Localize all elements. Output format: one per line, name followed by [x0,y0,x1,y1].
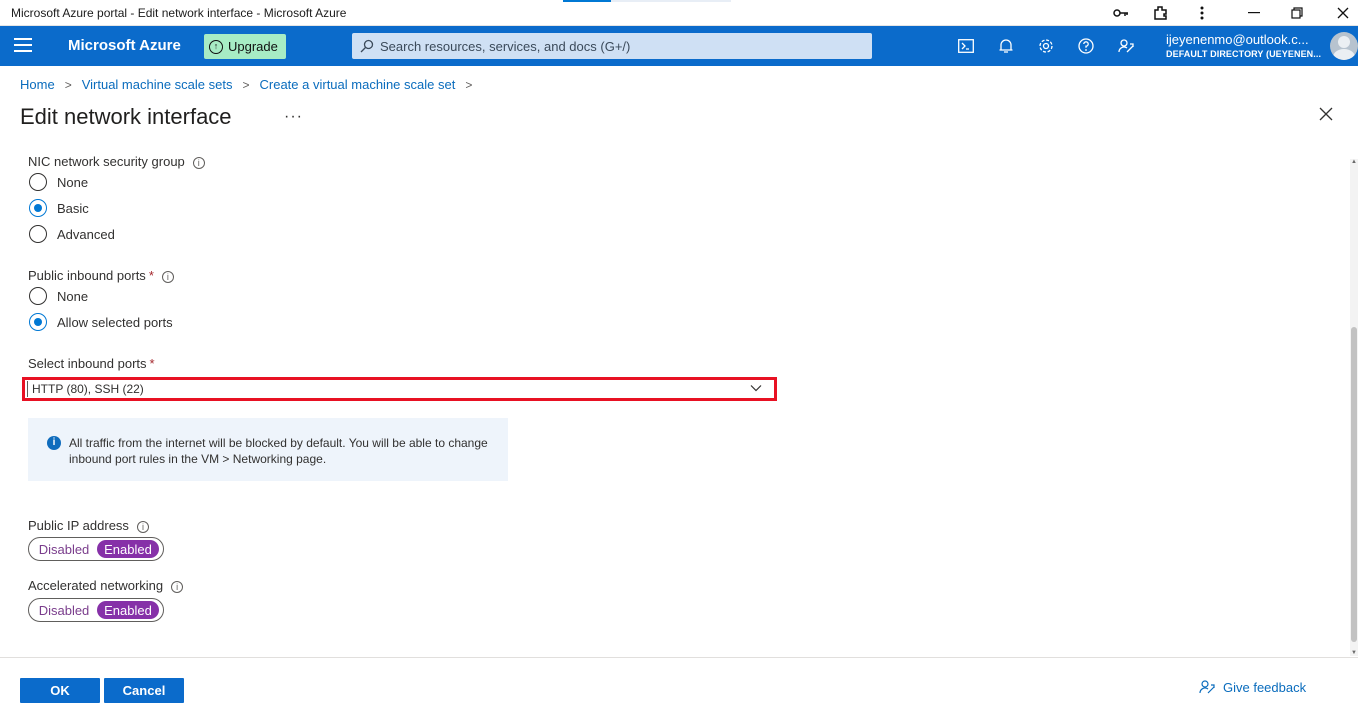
breadcrumb-vmss[interactable]: Virtual machine scale sets [82,77,233,92]
nic-nsg-label: NIC network security group [28,154,185,169]
info-circle-icon: i [47,436,61,450]
select-inbound-label: Select inbound ports [28,356,147,371]
radio-label: Allow selected ports [57,314,173,330]
chevron-right-icon: > [242,77,250,92]
public-ip-label-row: Public IP address i [28,518,149,533]
window-title: Microsoft Azure portal - Edit network in… [11,6,347,20]
user-account[interactable]: ijeyenenmo@outlook.c... DEFAULT DIRECTOR… [1166,32,1322,59]
search-input[interactable] [380,38,860,54]
public-ip-toggle[interactable]: Disabled Enabled [28,537,164,561]
required-marker: * [149,356,155,371]
breadcrumb-create-vmss[interactable]: Create a virtual machine scale set [260,77,456,92]
restore-icon[interactable] [1288,4,1306,22]
arrow-up-icon: ↑ [209,39,223,54]
select-inbound-label-row: Select inbound ports * [28,356,155,371]
radio-circle [29,225,47,243]
more-menu-icon[interactable] [1193,4,1211,22]
upgrade-label: Upgrade [228,39,278,54]
chevron-right-icon: > [64,77,72,92]
upgrade-button[interactable]: ↑ Upgrade [204,34,286,59]
feedback-person-icon [1199,680,1215,694]
info-icon[interactable]: i [171,581,184,593]
public-inbound-label-row: Public inbound ports * i [28,268,174,283]
radio-label: Basic [57,200,89,216]
close-window-icon[interactable] [1334,4,1352,22]
info-icon[interactable]: i [192,157,205,169]
radio-label: None [57,174,89,190]
toggle-option-disabled[interactable]: Disabled [31,601,97,619]
user-email: ijeyenenmo@outlook.c... [1166,32,1309,47]
menu-icon[interactable] [14,38,32,54]
scrollbar-thumb[interactable] [1351,327,1357,642]
cancel-button[interactable]: Cancel [104,678,184,703]
brand-title[interactable]: Microsoft Azure [68,37,181,54]
info-icon[interactable]: i [136,521,149,533]
required-marker: * [148,268,154,283]
accelerated-label-row: Accelerated networking i [28,578,184,593]
toggle-option-enabled[interactable]: Enabled [97,601,159,619]
scroll-up-icon[interactable]: ▲ [1351,159,1357,165]
inbound-ports-dropdown[interactable]: HTTP (80), SSH (22) [22,377,777,401]
info-message-box: i All traffic from the internet will be … [28,418,508,481]
radio-inbound-allow-selected[interactable]: Allow selected ports [29,313,173,331]
breadcrumb: Home > Virtual machine scale sets > Crea… [20,77,482,92]
info-message-text: All traffic from the internet will be bl… [69,436,488,466]
gear-icon[interactable] [1036,36,1056,56]
radio-circle [29,173,47,191]
window-titlebar: Microsoft Azure portal - Edit network in… [0,0,1358,26]
avatar[interactable] [1330,32,1358,60]
ok-button[interactable]: OK [20,678,100,703]
radio-nsg-basic[interactable]: Basic [29,199,89,217]
radio-circle-selected [29,313,47,331]
dropdown-value: HTTP (80), SSH (22) [32,382,144,396]
toggle-option-enabled[interactable]: Enabled [97,540,159,558]
help-icon[interactable] [1076,36,1096,56]
form-content: NIC network security group i None Basic A… [0,148,1350,656]
tab-indicator [563,0,611,2]
toggle-option-disabled[interactable]: Disabled [31,540,97,558]
key-icon[interactable] [1112,4,1130,22]
feedback-icon[interactable] [1116,36,1136,56]
accelerated-toggle[interactable]: Disabled Enabled [28,598,164,622]
search-box[interactable] [352,33,872,59]
give-feedback-link[interactable]: Give feedback [1199,679,1306,695]
page-title: Edit network interface [20,104,232,129]
close-icon[interactable] [1319,107,1339,127]
bell-icon[interactable] [996,36,1016,56]
radio-nsg-advanced[interactable]: Advanced [29,225,115,243]
azure-topbar: Microsoft Azure ↑ Upgrade ijeyenenmo@out… [0,26,1358,66]
search-icon [360,39,374,53]
user-directory: DEFAULT DIRECTORY (UEYENEN... [1166,49,1322,59]
radio-circle [29,287,47,305]
radio-nsg-none[interactable]: None [29,173,88,191]
chevron-down-icon [750,382,762,394]
more-options-icon[interactable]: ··· [284,108,303,126]
radio-label: None [57,288,89,304]
scroll-down-icon[interactable]: ▼ [1351,650,1357,656]
info-icon[interactable]: i [161,271,174,283]
radio-label: Advanced [57,226,115,242]
accelerated-label: Accelerated networking [28,578,164,593]
minimize-icon[interactable] [1245,4,1263,22]
tab-ghost [611,0,731,2]
extensions-icon[interactable] [1152,4,1170,22]
cloud-shell-icon[interactable] [956,36,976,56]
chevron-right-icon: > [465,77,473,92]
nic-nsg-label-row: NIC network security group i [28,154,205,169]
public-inbound-label: Public inbound ports [28,268,146,283]
radio-inbound-none[interactable]: None [29,287,88,305]
footer-bar: OK Cancel Give feedback [0,657,1358,725]
public-ip-label: Public IP address [28,518,129,533]
vertical-scrollbar[interactable]: ▲ ▼ [1350,159,1358,656]
give-feedback-label: Give feedback [1223,679,1307,695]
radio-circle-selected [29,199,47,217]
breadcrumb-home[interactable]: Home [20,77,55,92]
